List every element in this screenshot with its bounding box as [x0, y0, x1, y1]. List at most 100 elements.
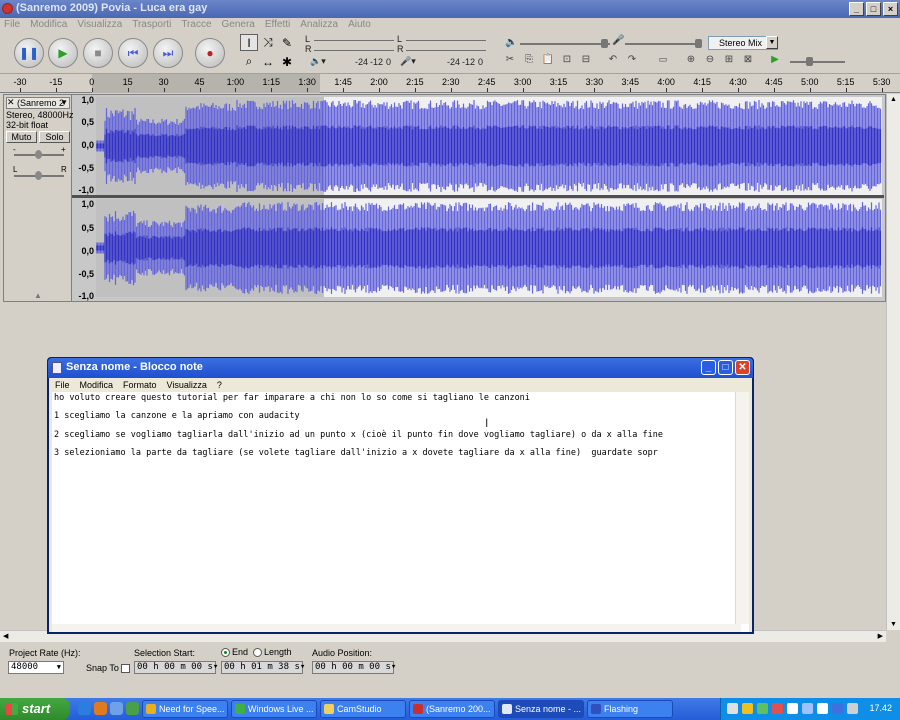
menu-analizza[interactable]: Analizza	[300, 18, 338, 32]
notepad-close-button[interactable]: ✕	[735, 360, 750, 375]
sync-lock-icon[interactable]: ▭	[653, 54, 673, 68]
length-radio[interactable]: Length	[253, 647, 292, 658]
notepad-window[interactable]: Senza nome - Blocco note _ □ ✕ File Modi…	[47, 357, 754, 634]
scroll-up-icon[interactable]: ▲	[890, 96, 897, 103]
pause-button[interactable]: ❚❚	[14, 38, 44, 68]
trim-icon[interactable]: ⊡	[560, 54, 574, 68]
menu-tracce[interactable]: Tracce	[181, 18, 211, 32]
output-volume-slider[interactable]	[520, 43, 610, 45]
silence-icon[interactable]: ⊟	[579, 54, 593, 68]
menu-file[interactable]: File	[4, 18, 20, 32]
taskbar-item[interactable]: CamStudio	[320, 700, 406, 718]
tray-icon[interactable]	[802, 703, 813, 714]
input-volume-thumb[interactable]	[695, 39, 702, 48]
notepad-menu-help[interactable]: ?	[217, 378, 222, 392]
tray-icon[interactable]	[742, 703, 753, 714]
tray-icon[interactable]	[787, 703, 798, 714]
timeline-ruler[interactable]: -30 -15 0 15 30 45 1:00 1:15 1:30 1:45 2:00 2:15 2:3…	[0, 74, 900, 93]
pan-slider-thumb[interactable]	[35, 171, 42, 180]
track-name-dropdown[interactable]: ✕ (Sanremo 2 ▼	[6, 97, 70, 109]
undo-icon[interactable]: ↶	[606, 54, 620, 68]
tray-icon[interactable]	[832, 703, 843, 714]
firefox-icon[interactable]	[94, 702, 107, 715]
scroll-right-icon[interactable]: ▶	[878, 632, 883, 640]
zoom-out-icon[interactable]: ⊖	[703, 54, 717, 68]
project-rate-select[interactable]: 48000 ▼	[8, 661, 64, 674]
input-volume-slider[interactable]	[625, 43, 700, 45]
taskbar-item[interactable]: Senza nome - ...	[498, 700, 584, 718]
mute-button[interactable]: Muto	[6, 131, 37, 143]
close-track-icon[interactable]: ✕	[7, 98, 15, 107]
cut-icon[interactable]: ✂	[503, 54, 517, 68]
audio-position-field[interactable]: 00 h 00 m 00 s▾	[312, 661, 396, 674]
scroll-down-icon[interactable]: ▼	[890, 621, 897, 628]
vertical-scrollbar[interactable]: ▲ ▼	[886, 94, 900, 630]
zoom-in-icon[interactable]: ⊕	[684, 54, 698, 68]
tray-icon[interactable]	[757, 703, 768, 714]
chevron-down-icon[interactable]: ▼	[766, 36, 778, 49]
notepad-text-area[interactable]: ho voluto creare questo tutorial per far…	[49, 392, 752, 632]
timeshift-tool-icon[interactable]: ↔	[259, 53, 277, 70]
notepad-menu-modifica[interactable]: Modifica	[80, 378, 114, 392]
taskbar-item[interactable]: Windows Live ...	[231, 700, 317, 718]
notepad-horizontal-scrollbar[interactable]	[52, 624, 741, 632]
speaker-icon[interactable]: 🔈▾	[310, 56, 326, 67]
selection-tool-icon[interactable]: I	[240, 34, 258, 51]
chevron-down-icon[interactable]: ▼	[57, 662, 61, 673]
menu-modifica[interactable]: Modifica	[30, 18, 67, 32]
notepad-minimize-button[interactable]: _	[701, 360, 716, 375]
snap-to-checkbox[interactable]	[121, 664, 130, 673]
play-speed-thumb[interactable]	[806, 57, 813, 66]
notepad-vertical-scrollbar[interactable]	[735, 392, 749, 624]
taskbar-item[interactable]: (Sanremo 200...	[409, 700, 495, 718]
mic-icon[interactable]: 🎤▾	[400, 56, 416, 67]
fit-project-icon[interactable]: ⊠	[741, 54, 755, 68]
collapse-track-icon[interactable]: ▲	[34, 291, 42, 300]
multi-tool-icon[interactable]: ✱	[278, 53, 296, 70]
zoom-tool-icon[interactable]: ⌕	[240, 53, 258, 70]
record-button[interactable]: ●	[195, 38, 225, 68]
notepad-maximize-button[interactable]: □	[718, 360, 733, 375]
start-button[interactable]: start	[0, 698, 70, 720]
track-panel[interactable]: ✕ (Sanremo 2 ▼ Stereo, 48000Hz 32-bit fl…	[3, 94, 886, 302]
solo-button[interactable]: Solo	[39, 131, 70, 143]
gain-slider-thumb[interactable]	[35, 150, 42, 159]
taskbar-item[interactable]: Flashing	[587, 700, 673, 718]
quicklaunch-icon[interactable]	[126, 702, 139, 715]
tray-icon[interactable]	[817, 703, 828, 714]
notepad-menu-visualizza[interactable]: Visualizza	[167, 378, 207, 392]
skip-end-button[interactable]: ⏭	[153, 38, 183, 68]
play-at-speed-icon[interactable]: ▶	[768, 54, 782, 68]
selection-start-field[interactable]: 00 h 00 m 00 s▾	[134, 661, 218, 674]
end-radio[interactable]: End	[221, 647, 248, 658]
tray-icon[interactable]	[772, 703, 783, 714]
minimize-button[interactable]: _	[849, 2, 864, 16]
envelope-tool-icon[interactable]: ⤨	[259, 34, 277, 51]
ie-icon[interactable]	[78, 702, 91, 715]
menu-visualizza[interactable]: Visualizza	[77, 18, 122, 32]
chevron-down-icon[interactable]: ▼	[60, 98, 68, 108]
tray-icon[interactable]	[727, 703, 738, 714]
menu-genera[interactable]: Genera	[222, 18, 255, 32]
menu-effetti[interactable]: Effetti	[265, 18, 290, 32]
selection-end-field[interactable]: 00 h 01 m 38 s▾	[221, 661, 305, 674]
taskbar-item[interactable]: Need for Spee...	[142, 700, 228, 718]
play-speed-slider[interactable]	[790, 61, 845, 63]
scroll-left-icon[interactable]: ◀	[3, 632, 8, 640]
volume-tray-icon[interactable]	[847, 703, 858, 714]
redo-icon[interactable]: ↷	[625, 54, 639, 68]
paste-icon[interactable]: 📋	[541, 54, 555, 68]
output-volume-thumb[interactable]	[601, 39, 608, 48]
maximize-button[interactable]: □	[866, 2, 881, 16]
notepad-menu-file[interactable]: File	[55, 378, 70, 392]
media-icon[interactable]	[110, 702, 123, 715]
notepad-title-bar[interactable]: Senza nome - Blocco note _ □ ✕	[48, 358, 753, 378]
notepad-menu-formato[interactable]: Formato	[123, 378, 157, 392]
skip-start-button[interactable]: ⏮	[118, 38, 148, 68]
close-button[interactable]: ×	[883, 2, 898, 16]
draw-tool-icon[interactable]: ✎	[278, 34, 296, 51]
play-button[interactable]: ▶	[48, 38, 78, 68]
menu-trasporti[interactable]: Trasporti	[132, 18, 171, 32]
stop-button[interactable]: ■	[83, 38, 113, 68]
copy-icon[interactable]: ⎘	[522, 54, 536, 68]
